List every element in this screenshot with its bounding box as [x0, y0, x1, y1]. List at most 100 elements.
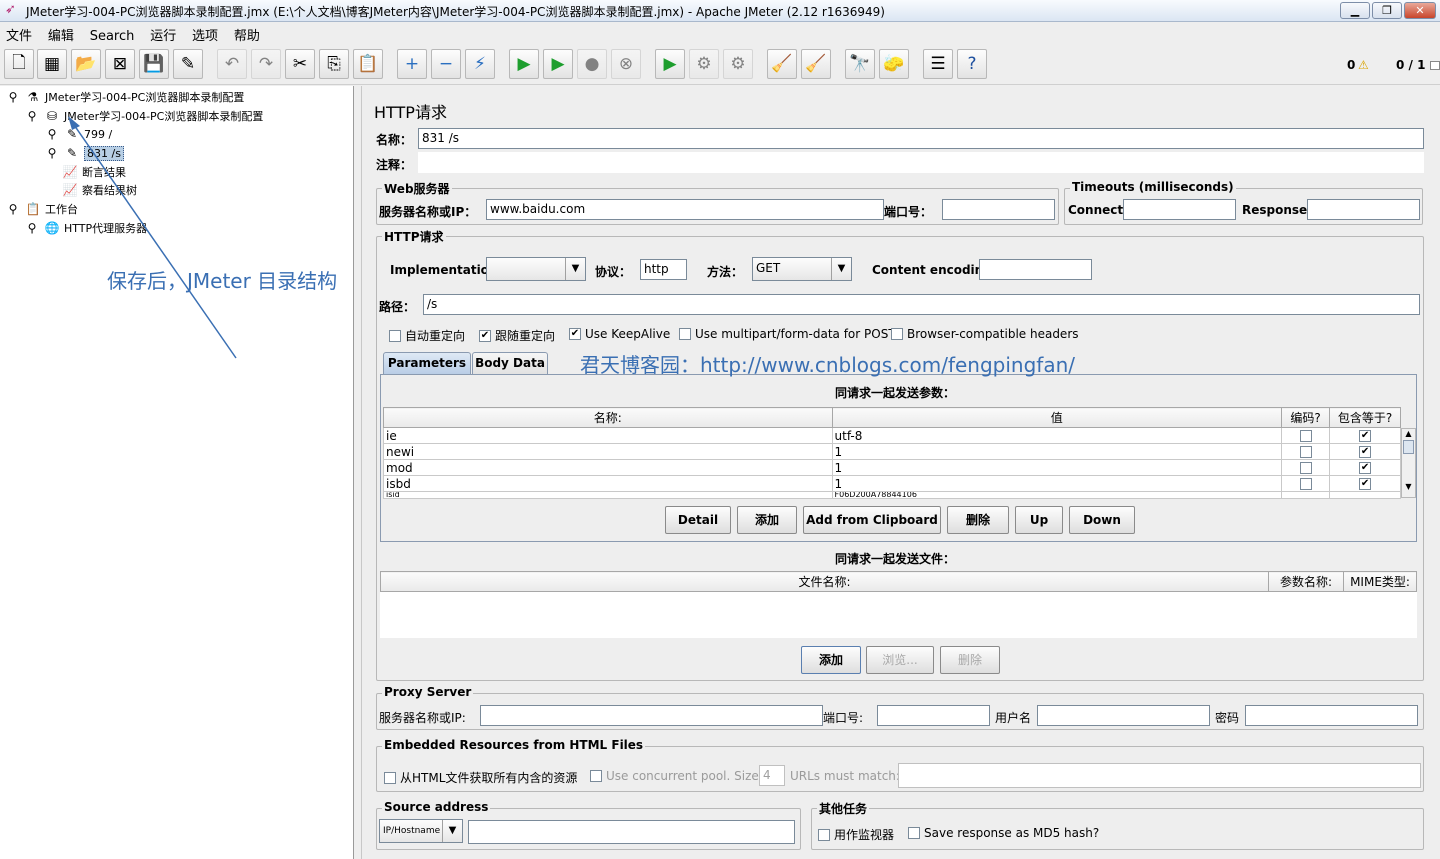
use-as-monitor-checkbox[interactable]: 用作监视器 [818, 826, 894, 843]
proxy-user-field[interactable] [1037, 705, 1210, 726]
scroll-thumb[interactable] [1403, 440, 1414, 454]
encode-checkbox[interactable] [1299, 478, 1312, 490]
add-from-clipboard-button[interactable]: Add from Clipboard [803, 506, 941, 534]
scroll-up-icon[interactable]: ▲ [1402, 429, 1415, 438]
menu-search[interactable]: Search [84, 26, 141, 44]
new-icon[interactable]: 🗋 [4, 49, 34, 79]
proxy-password-field[interactable] [1245, 705, 1418, 726]
help-icon[interactable]: ? [957, 49, 987, 79]
menu-edit[interactable]: 编辑 [42, 22, 80, 44]
keepalive-checkbox[interactable]: ✔ Use KeepAlive [569, 327, 670, 341]
remote-start-icon[interactable]: ▶ [655, 49, 685, 79]
response-field[interactable] [1307, 199, 1420, 220]
remote-stop-icon[interactable]: ⚙ [689, 49, 719, 79]
cut-icon[interactable]: ✂ [285, 49, 315, 79]
undo-icon[interactable]: ↶ [217, 49, 247, 79]
close-file-icon[interactable]: ⊠ [105, 49, 135, 79]
minimize-button[interactable]: ▁ [1340, 2, 1370, 19]
collapse-icon[interactable]: − [431, 49, 461, 79]
col-value[interactable]: 值 [831, 407, 1283, 428]
paste-icon[interactable]: 📋 [353, 49, 383, 79]
pane-splitter[interactable] [355, 86, 362, 859]
comment-field[interactable] [418, 152, 1424, 173]
multipart-checkbox[interactable]: Use multipart/form-data for POST [679, 327, 896, 341]
table-row[interactable]: isbd 1 ✔ [383, 475, 1401, 492]
md5-hash-checkbox[interactable]: Save response as MD5 hash? [908, 826, 1099, 840]
shutdown-icon[interactable]: ⊗ [611, 49, 641, 79]
name-field[interactable]: 831 /s [418, 128, 1424, 149]
open-icon[interactable]: 📂 [71, 49, 101, 79]
method-select[interactable]: GET ▼ [752, 257, 852, 281]
function-helper-icon[interactable]: ☰ [923, 49, 953, 79]
menu-help[interactable]: 帮助 [228, 22, 266, 44]
tab-parameters[interactable]: Parameters [383, 352, 471, 374]
browse-file-button[interactable]: 浏览... [866, 646, 934, 674]
proxy-server-field[interactable] [480, 705, 823, 726]
encode-checkbox[interactable] [1299, 446, 1312, 458]
pool-size-field[interactable]: 4 [759, 765, 785, 786]
urls-match-field[interactable] [898, 763, 1421, 788]
col-file-name[interactable]: 文件名称: [379, 571, 1270, 592]
menu-options[interactable]: 选项 [186, 22, 224, 44]
copy-icon[interactable]: ⎘ [319, 49, 349, 79]
tree-handle-icon[interactable]: ⚲ [44, 126, 60, 142]
include-equals-checkbox[interactable]: ✔ [1359, 430, 1372, 442]
start-no-timers-icon[interactable]: ▶ [543, 49, 573, 79]
include-equals-checkbox[interactable]: ✔ [1359, 446, 1372, 458]
table-row[interactable]: ie utf-8 ✔ [383, 427, 1401, 444]
warning-icon[interactable]: ⚠ [1358, 58, 1369, 72]
col-encode[interactable]: 编码? [1281, 407, 1331, 428]
table-row[interactable]: mod 1 ✔ [383, 459, 1401, 476]
source-address-field[interactable] [468, 820, 795, 844]
toggle-icon[interactable]: ⚡ [465, 49, 495, 79]
connect-field[interactable] [1123, 199, 1236, 220]
auto-redirect-checkbox[interactable]: 自动重定向 [389, 327, 465, 344]
include-equals-checkbox[interactable]: ✔ [1359, 462, 1372, 474]
remote-shutdown-icon[interactable]: ⚙ [723, 49, 753, 79]
browser-headers-checkbox[interactable]: Browser-compatible headers [891, 327, 1079, 341]
add-param-button[interactable]: 添加 [737, 506, 797, 534]
save-as-icon[interactable]: ✎ [173, 49, 203, 79]
col-name[interactable]: 名称: [383, 407, 833, 428]
fetch-embedded-checkbox[interactable]: 从HTML文件获取所有内含的资源 [384, 769, 577, 786]
redo-icon[interactable]: ↷ [251, 49, 281, 79]
close-button[interactable]: ✕ [1404, 2, 1436, 19]
tree-item-root[interactable]: ⚲ ⚗ JMeter学习-004-PC浏览器脚本录制配置 [5, 89, 245, 105]
follow-redirect-checkbox[interactable]: ✔ 跟随重定向 [479, 327, 555, 344]
table-row[interactable]: newi 1 ✔ [383, 443, 1401, 460]
tree-handle-icon[interactable]: ⚲ [5, 201, 21, 217]
tab-body-data[interactable]: Body Data [472, 352, 548, 374]
col-include-equals[interactable]: 包含等于? [1329, 407, 1401, 428]
save-icon[interactable]: 💾 [139, 49, 169, 79]
encode-checkbox[interactable] [1299, 462, 1312, 474]
proxy-port-field[interactable] [877, 705, 990, 726]
encode-checkbox[interactable] [1299, 430, 1312, 442]
protocol-field[interactable]: http [640, 259, 687, 280]
server-field[interactable]: www.baidu.com [486, 199, 884, 220]
params-scrollbar[interactable]: ▲ ▼ [1401, 428, 1416, 498]
down-button[interactable]: Down [1069, 506, 1135, 534]
reset-search-icon[interactable]: 🧽 [879, 49, 909, 79]
expand-icon[interactable]: + [397, 49, 427, 79]
scroll-down-icon[interactable]: ▼ [1402, 482, 1415, 491]
tree-handle-icon[interactable]: ⚲ [24, 108, 40, 124]
port-field[interactable] [942, 199, 1055, 220]
tree-handle-icon[interactable]: ⚲ [24, 220, 40, 236]
detail-button[interactable]: Detail [665, 506, 731, 534]
include-equals-checkbox[interactable]: ✔ [1359, 478, 1372, 490]
menu-file[interactable]: 文件 [0, 22, 38, 44]
tree-handle-icon[interactable]: ⚲ [5, 89, 21, 105]
add-file-button[interactable]: 添加 [801, 646, 861, 674]
tree-handle-icon[interactable]: ⚲ [44, 145, 60, 161]
search-icon[interactable]: 🔭 [845, 49, 875, 79]
templates-icon[interactable]: ▦ [37, 49, 67, 79]
up-button[interactable]: Up [1015, 506, 1063, 534]
encoding-field[interactable] [979, 259, 1092, 280]
col-param-name[interactable]: 参数名称: [1268, 571, 1345, 592]
path-field[interactable]: /s [423, 294, 1420, 315]
implementation-select[interactable]: ▼ [486, 257, 586, 281]
stop-icon[interactable]: ● [577, 49, 607, 79]
concurrent-pool-checkbox[interactable]: Use concurrent pool. Size: [590, 769, 763, 783]
clear-all-icon[interactable]: 🧹 [801, 49, 831, 79]
table-row[interactable]: isid F06D200A78844106 [383, 491, 1401, 499]
